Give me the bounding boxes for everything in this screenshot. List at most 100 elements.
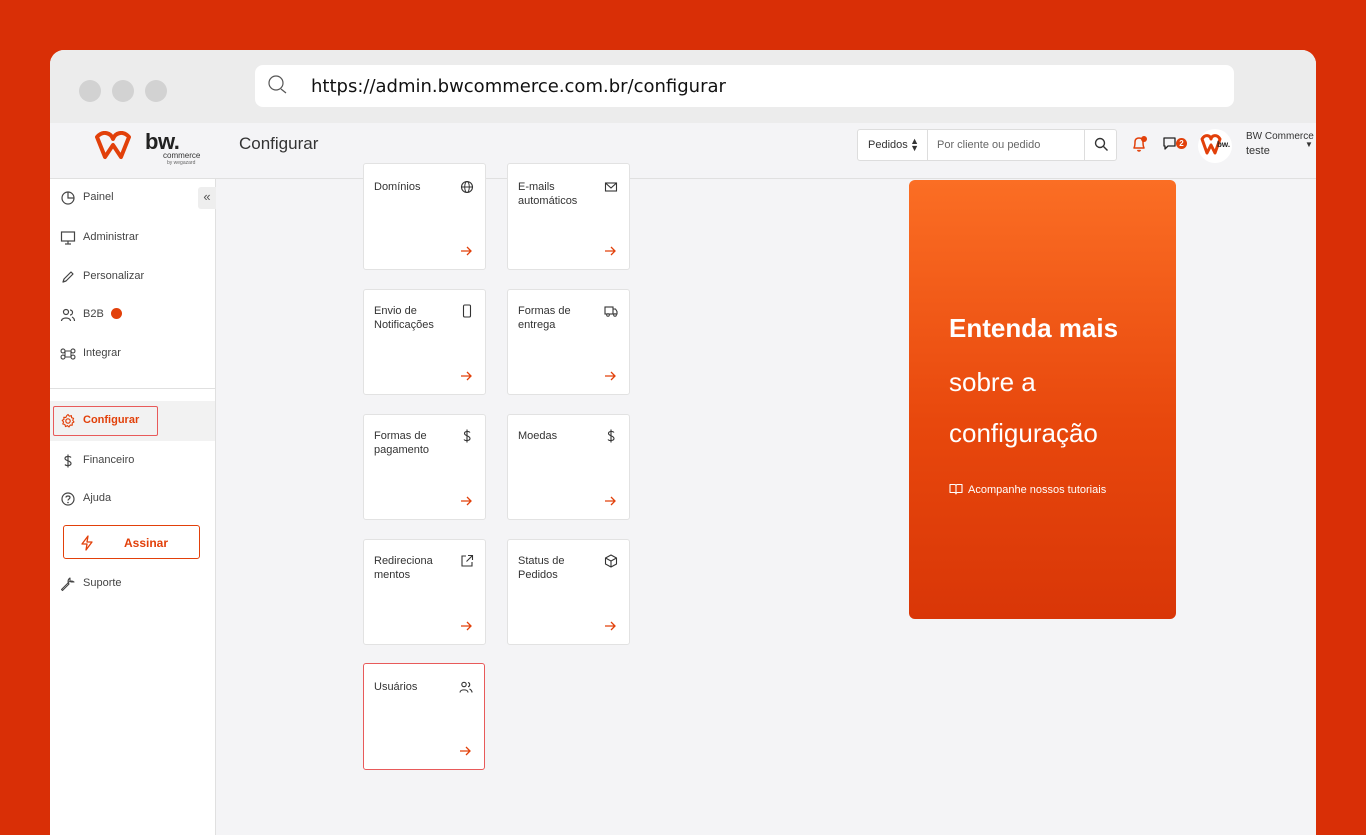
box-icon (604, 554, 618, 568)
search-filter-select[interactable]: Pedidos ▲ ▼ (858, 130, 928, 160)
search-icon (1094, 137, 1108, 151)
sidebar-item-ajuda[interactable]: Ajuda (50, 480, 215, 518)
promo-heading-line3: configuração (949, 418, 1098, 448)
browser-chrome: https://admin.bwcommerce.com.br/configur… (50, 50, 1316, 123)
arrow-right-icon (460, 746, 471, 756)
card-formas-pagamento[interactable]: Formas de pagamento (363, 414, 486, 520)
users-icon (60, 308, 76, 322)
dollar-icon (64, 454, 72, 468)
chat-icon (1163, 137, 1176, 150)
card-redirecionamentos[interactable]: Redireciona mentos (363, 539, 486, 645)
card-formas-entrega[interactable]: Formas de entrega (507, 289, 630, 395)
store-subtitle[interactable]: teste (1246, 145, 1270, 157)
select-caret-icon: ▲ ▼ (910, 136, 919, 153)
sidebar-item-suporte[interactable]: Suporte (50, 565, 215, 603)
window-minimize-dot[interactable] (112, 80, 134, 102)
search-icon (267, 74, 289, 101)
sidebar-item-label: B2B (83, 308, 104, 320)
address-url[interactable]: https://admin.bwcommerce.com.br/configur… (311, 76, 726, 97)
card-title: Domínios (374, 181, 421, 193)
truck-icon (604, 306, 618, 317)
avatar-logo-icon: bw. (1200, 134, 1230, 155)
settings-icon (61, 413, 75, 428)
b2b-new-badge (111, 308, 122, 319)
arrow-right-icon (461, 621, 472, 631)
dollar-icon (607, 429, 615, 443)
order-search: Pedidos ▲ ▼ (857, 129, 1117, 161)
logo[interactable]: bw. commerce by wegazard (95, 127, 205, 175)
arrow-right-icon (605, 496, 616, 506)
store-menu-caret-icon[interactable]: ▼ (1305, 140, 1313, 149)
svg-text:bw.: bw. (1217, 140, 1230, 149)
card-emails-automaticos[interactable]: E-mails automáticos (507, 163, 630, 270)
page-title: Configurar (239, 134, 319, 153)
monitor-icon (60, 231, 76, 245)
sidebar-item-label: Painel (83, 191, 114, 203)
sidebar-item-label: Configurar (83, 414, 140, 426)
sidebar-item-label: Suporte (83, 577, 122, 589)
card-title: Status de Pedidos (518, 555, 565, 581)
globe-icon (460, 180, 474, 194)
book-icon (949, 483, 963, 495)
sidebar-item-personalizar[interactable]: Personalizar (50, 258, 215, 296)
store-name[interactable]: BW Commerce (1246, 131, 1314, 142)
sidebar-item-b2b[interactable]: B2B (50, 296, 215, 334)
logo-sub: commerce (163, 151, 201, 160)
window-close-dot[interactable] (79, 80, 101, 102)
logo-by: by wegazard (167, 160, 196, 166)
search-filter-value: Pedidos (868, 139, 908, 151)
sidebar: « Painel Administrar Personalizar B2B In… (50, 179, 216, 835)
sidebar-item-administrar[interactable]: Administrar (50, 219, 215, 257)
phone-icon (462, 304, 472, 318)
card-status-pedidos[interactable]: Status de Pedidos (507, 539, 630, 645)
bell-icon (1133, 136, 1147, 152)
arrow-right-icon (605, 246, 616, 256)
promo-heading-line2: sobre a (949, 367, 1036, 397)
arrow-right-icon (461, 496, 472, 506)
sidebar-item-label: Personalizar (83, 270, 145, 282)
app-header: bw. commerce by wegazard Configurar Pedi… (50, 123, 1316, 179)
sidebar-item-label: Integrar (83, 347, 121, 359)
arrow-right-icon (461, 246, 472, 256)
mail-icon (604, 182, 618, 192)
card-title: Formas de pagamento (374, 430, 430, 456)
messages-badge: 2 (1176, 138, 1187, 149)
sidebar-item-configurar[interactable]: Configurar (50, 401, 215, 441)
tutorials-link-label: Acompanhe nossos tutoriais (968, 484, 1107, 496)
browser-window: https://admin.bwcommerce.com.br/configur… (50, 50, 1316, 835)
store-avatar[interactable]: bw. (1198, 129, 1232, 163)
search-input[interactable] (929, 130, 1084, 160)
assinar-button[interactable]: Assinar (63, 525, 200, 559)
notifications-button[interactable] (1130, 135, 1150, 160)
external-link-icon (461, 554, 474, 567)
dollar-icon (463, 429, 471, 443)
sidebar-item-financeiro[interactable]: Financeiro (50, 442, 215, 480)
card-title: Envio de Notificações (374, 305, 434, 331)
card-title: E-mails automáticos (518, 181, 578, 207)
sidebar-item-painel[interactable]: Painel (50, 179, 215, 217)
window-maximize-dot[interactable] (145, 80, 167, 102)
tutorial-promo-card: Entenda mais sobre a configuração Acompa… (909, 180, 1176, 619)
search-button[interactable] (1084, 130, 1117, 160)
lightning-icon (81, 535, 93, 551)
card-title: Redireciona mentos (374, 555, 433, 581)
sidebar-item-integrar[interactable]: Integrar (50, 335, 215, 373)
sidebar-item-label: Ajuda (83, 492, 112, 504)
assinar-label: Assinar (124, 536, 169, 550)
card-usuarios[interactable]: Usuários (363, 663, 485, 770)
card-title: Moedas (518, 430, 558, 442)
wrench-icon (60, 577, 75, 592)
card-moedas[interactable]: Moedas (507, 414, 630, 520)
arrow-right-icon (461, 371, 472, 381)
clock-icon (61, 191, 75, 205)
command-icon (60, 348, 76, 360)
pencil-icon (62, 271, 74, 283)
users-icon (459, 681, 473, 693)
card-envio-notificacoes[interactable]: Envio de Notificações (363, 289, 486, 395)
messages-button[interactable]: 2 (1163, 137, 1187, 155)
arrow-right-icon (605, 371, 616, 381)
card-dominios[interactable]: Domínios (363, 163, 486, 270)
address-bar[interactable]: https://admin.bwcommerce.com.br/configur… (255, 65, 1234, 107)
sidebar-divider (50, 388, 215, 389)
arrow-right-icon (605, 621, 616, 631)
